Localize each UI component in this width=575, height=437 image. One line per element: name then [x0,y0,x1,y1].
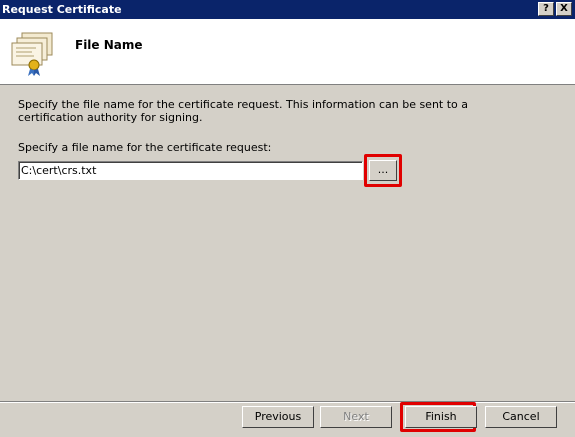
title-bar: Request Certificate ? X [0,0,575,19]
wizard-header: File Name [0,19,575,85]
wizard-content: Specify the file name for the certificat… [0,86,575,402]
certificate-icon [11,32,53,76]
previous-button[interactable]: Previous [242,406,314,428]
file-name-input[interactable] [18,161,363,180]
description-text: Specify the file name for the certificat… [18,98,469,124]
footer-divider [0,401,575,403]
finish-button[interactable]: Finish [405,406,477,428]
browse-button[interactable]: ... [369,160,397,181]
window-title: Request Certificate [2,3,122,16]
page-title: File Name [75,38,143,52]
help-button[interactable]: ? [538,2,554,16]
close-button[interactable]: X [556,2,572,16]
file-name-label: Specify a file name for the certificate … [18,141,272,154]
next-button[interactable]: Next [320,406,392,428]
cancel-button[interactable]: Cancel [485,406,557,428]
